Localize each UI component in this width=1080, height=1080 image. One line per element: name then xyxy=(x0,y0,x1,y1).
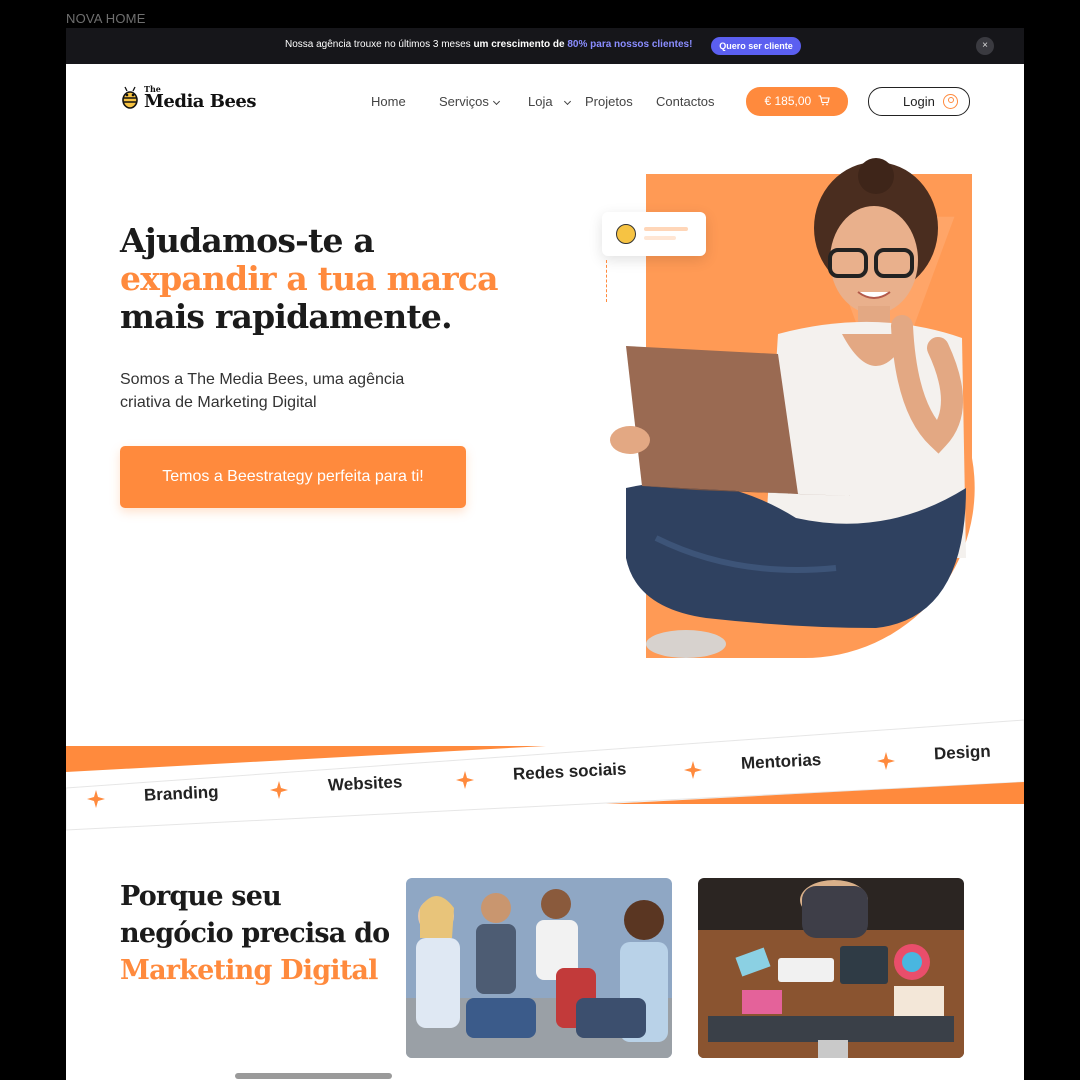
chevron-down-icon xyxy=(563,97,571,106)
login-label: Login xyxy=(903,94,935,109)
ticker-websites: Websites xyxy=(327,772,403,795)
cart-button[interactable]: € 185,00 xyxy=(746,87,848,116)
chat-card xyxy=(602,212,706,256)
chevron-down-icon xyxy=(492,97,500,106)
hero-title-line3: mais rapidamente. xyxy=(120,297,453,336)
promo-text-pre: Nossa agência trouxe no últimos 3 meses xyxy=(285,39,474,50)
group-phones-photo xyxy=(406,878,672,1058)
bee-icon xyxy=(616,224,636,244)
nav-projetos[interactable]: Projetos xyxy=(585,94,633,109)
promo-bar: Nossa agência trouxe no últimos 3 meses … xyxy=(66,28,1024,64)
section-title-line3: Marketing Digital xyxy=(120,955,378,986)
promo-text: Nossa agência trouxe no últimos 3 meses … xyxy=(285,39,692,50)
ticker-mentorias: Mentorias xyxy=(740,750,822,773)
logo-name: Media Bees xyxy=(144,91,256,112)
hero-title-line1: Ajudamos-te a xyxy=(120,221,375,260)
ticker-design: Design xyxy=(933,741,992,764)
nav-home[interactable]: Home xyxy=(371,94,406,109)
hero-title-line2: expandir a tua marca xyxy=(120,259,499,298)
section-title: Porque seu negócio precisa do Marketing … xyxy=(120,878,390,989)
dashed-connector xyxy=(606,260,607,302)
section-title-line1: Porque seu xyxy=(120,881,282,912)
cart-icon xyxy=(818,95,830,106)
bee-icon xyxy=(122,86,138,109)
user-icon xyxy=(943,94,958,109)
section-title-line2: negócio precisa do xyxy=(120,918,390,949)
hero-title: Ajudamos-te a expandir a tua marca mais … xyxy=(120,221,499,336)
cart-total: € 185,00 xyxy=(764,94,812,108)
promo-text-bold: um crescimento de xyxy=(473,39,568,50)
home-page: Nossa agência trouxe no últimos 3 meses … xyxy=(66,28,1024,1080)
quero-ser-cliente-button[interactable]: Quero ser cliente xyxy=(711,37,801,55)
nav-servicos-label: Serviços xyxy=(439,94,489,109)
nav-loja[interactable]: Loja xyxy=(528,94,571,109)
placeholder-line xyxy=(644,236,676,240)
nav-contactos-label: Contactos xyxy=(656,94,715,109)
hero-subtitle: Somos a The Media Bees, uma agência cria… xyxy=(120,371,405,411)
ticker-branding: Branding xyxy=(143,782,219,805)
nav-loja-label: Loja xyxy=(528,94,553,109)
horizontal-scrollbar[interactable] xyxy=(235,1073,392,1079)
desk-design-photo xyxy=(698,878,964,1058)
nav-home-label: Home xyxy=(371,94,406,109)
placeholder-line xyxy=(644,227,688,231)
nav-contactos[interactable]: Contactos xyxy=(656,94,715,109)
beestrategy-cta-button[interactable]: Temos a Beestrategy perfeita para ti! xyxy=(120,446,466,508)
close-icon[interactable]: × xyxy=(976,37,994,55)
nav-projetos-label: Projetos xyxy=(585,94,633,109)
login-button[interactable]: Login xyxy=(868,87,970,116)
promo-text-highlight: 80% para nossos clientes! xyxy=(567,39,693,50)
frame-label: NOVA HOME xyxy=(66,11,146,26)
nav-servicos[interactable]: Serviços xyxy=(439,94,500,109)
